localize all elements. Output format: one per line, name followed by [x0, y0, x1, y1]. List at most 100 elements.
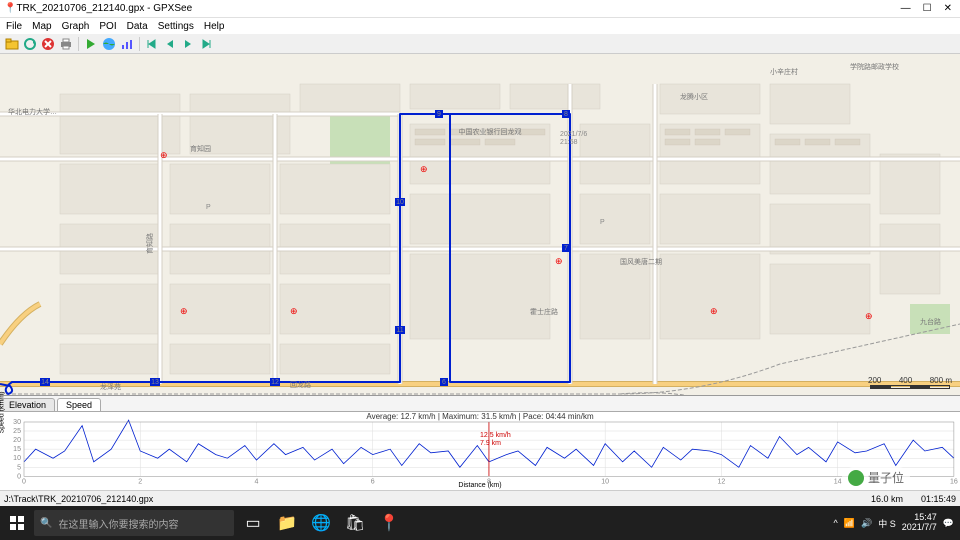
menu-map[interactable]: Map: [32, 21, 51, 32]
menubar: File Map Graph POI Data Settings Help: [0, 18, 960, 34]
menu-graph[interactable]: Graph: [62, 21, 90, 32]
next-button[interactable]: [180, 36, 196, 52]
svg-text:0: 0: [17, 473, 21, 480]
svg-text:10: 10: [396, 199, 404, 206]
svg-text:国风美唐二期: 国风美唐二期: [620, 257, 662, 266]
svg-text:⊕: ⊕: [555, 256, 563, 266]
svg-text:25: 25: [13, 428, 21, 435]
graph-button[interactable]: [119, 36, 135, 52]
svg-text:⊕: ⊕: [865, 311, 873, 321]
tab-speed[interactable]: Speed: [57, 398, 101, 411]
task-view-icon[interactable]: ▭: [238, 508, 268, 538]
tray-volume-icon[interactable]: 🔊: [861, 518, 872, 529]
tray-chevron-icon[interactable]: ^: [834, 518, 838, 528]
chart-cursor-speed: 12.5 km/h: [480, 432, 511, 439]
maximize-button[interactable]: ☐: [923, 3, 932, 14]
svg-text:⊕: ⊕: [420, 164, 428, 174]
status-distance: 16.0 km: [871, 494, 903, 504]
svg-text:中国农业银行回龙观: 中国农业银行回龙观: [459, 127, 522, 136]
watermark-icon: [848, 470, 864, 486]
svg-text:20: 20: [13, 437, 21, 444]
svg-text:6: 6: [371, 478, 375, 485]
svg-text:12: 12: [717, 478, 725, 485]
store-icon[interactable]: 🛍: [340, 508, 370, 538]
svg-text:10: 10: [13, 455, 21, 462]
search-icon: 🔍: [40, 518, 52, 529]
menu-help[interactable]: Help: [204, 21, 225, 32]
search-placeholder: 在这里输入你要搜索的内容: [58, 516, 178, 531]
status-path: J:\Track\TRK_20210706_212140.gpx: [4, 494, 153, 504]
search-box[interactable]: 🔍 在这里输入你要搜索的内容: [34, 510, 234, 536]
tray-network-icon[interactable]: 📶: [844, 518, 855, 529]
statusbar: J:\Track\TRK_20210706_212140.gpx 16.0 km…: [0, 490, 960, 506]
minimize-button[interactable]: —: [901, 3, 911, 14]
svg-text:9: 9: [437, 111, 441, 118]
menu-settings[interactable]: Settings: [158, 21, 194, 32]
open-button[interactable]: [4, 36, 20, 52]
svg-text:P: P: [206, 204, 211, 211]
map-view[interactable]: 14 13 12 10 11 9 8 7 6 ⊕ ⊕ ⊕ ⊕ ⊕ ⊕ ⊕ P P…: [0, 54, 960, 396]
chart-canvas[interactable]: 0510152025300246810121416: [24, 422, 954, 476]
tray-notifications-icon[interactable]: 💬: [943, 518, 954, 529]
svg-text:21:58: 21:58: [560, 139, 578, 146]
svg-text:15: 15: [13, 446, 21, 453]
svg-text:小辛庄村: 小辛庄村: [770, 67, 798, 76]
svg-text:华北电力大学…: 华北电力大学…: [8, 107, 57, 116]
chart-ylabel: Speed (km/h): [0, 391, 6, 433]
svg-text:8: 8: [564, 111, 568, 118]
svg-text:10: 10: [601, 478, 609, 485]
svg-text:育知路: 育知路: [145, 233, 154, 254]
last-button[interactable]: [198, 36, 214, 52]
chart-tabs: Elevation Speed: [0, 396, 960, 412]
status-time: 01:15:49: [921, 494, 956, 504]
speed-chart[interactable]: Average: 12.7 km/h | Maximum: 31.5 km/h …: [0, 412, 960, 490]
svg-text:⊕: ⊕: [710, 306, 718, 316]
print-button[interactable]: [58, 36, 74, 52]
edge-icon[interactable]: 🌐: [306, 508, 336, 538]
svg-text:学院路邮政学校: 学院路邮政学校: [850, 62, 899, 71]
svg-text:⊕: ⊕: [180, 306, 188, 316]
svg-text:16: 16: [950, 478, 958, 485]
poi-button[interactable]: [83, 36, 99, 52]
svg-text:龙泽苑: 龙泽苑: [100, 382, 121, 391]
svg-text:14: 14: [41, 379, 49, 386]
svg-text:2021/7/6: 2021/7/6: [560, 131, 587, 138]
svg-text:30: 30: [13, 419, 21, 426]
first-button[interactable]: [144, 36, 160, 52]
svg-text:12: 12: [271, 379, 279, 386]
map-scale: 200400800 m: [870, 376, 952, 389]
close-button[interactable]: ✕: [944, 3, 952, 14]
chart-cursor-dist: 7.9 km: [480, 440, 501, 447]
close-file-button[interactable]: [40, 36, 56, 52]
menu-poi[interactable]: POI: [99, 21, 116, 32]
taskbar: 🔍 在这里输入你要搜索的内容 ▭ 📁 🌐 🛍 📍 ^ 📶 🔊 中 S 15:47…: [0, 506, 960, 540]
svg-text:P: P: [600, 219, 605, 226]
tab-elevation[interactable]: Elevation: [0, 398, 55, 411]
app-icon: 📍: [4, 3, 16, 14]
map-canvas[interactable]: 14 13 12 10 11 9 8 7 6 ⊕ ⊕ ⊕ ⊕ ⊕ ⊕ ⊕ P P…: [0, 54, 960, 396]
prev-button[interactable]: [162, 36, 178, 52]
svg-text:14: 14: [834, 478, 842, 485]
menu-file[interactable]: File: [6, 21, 22, 32]
toolbar: [0, 34, 960, 54]
svg-text:育知园: 育知园: [190, 144, 211, 153]
chart-stats: Average: 12.7 km/h | Maximum: 31.5 km/h …: [0, 412, 960, 421]
svg-text:6: 6: [442, 379, 446, 386]
map-button[interactable]: [101, 36, 117, 52]
window-title: TRK_20210706_212140.gpx - GPXSee: [16, 3, 192, 14]
svg-text:11: 11: [396, 327, 403, 334]
gpxsee-task-icon[interactable]: 📍: [374, 508, 404, 538]
watermark: 量子位: [842, 467, 910, 488]
menu-data[interactable]: Data: [127, 21, 148, 32]
svg-text:九台路: 九台路: [920, 317, 941, 326]
titlebar: 📍 TRK_20210706_212140.gpx - GPXSee — ☐ ✕: [0, 0, 960, 18]
svg-text:0: 0: [22, 478, 26, 485]
svg-text:⊕: ⊕: [160, 150, 168, 160]
tray-ime[interactable]: 中 S: [878, 517, 896, 530]
svg-text:5: 5: [17, 464, 21, 471]
reload-button[interactable]: [22, 36, 38, 52]
svg-text:7: 7: [564, 245, 568, 252]
tray-clock[interactable]: 15:47 2021/7/7: [902, 513, 937, 533]
start-button[interactable]: [0, 506, 34, 540]
explorer-icon[interactable]: 📁: [272, 508, 302, 538]
